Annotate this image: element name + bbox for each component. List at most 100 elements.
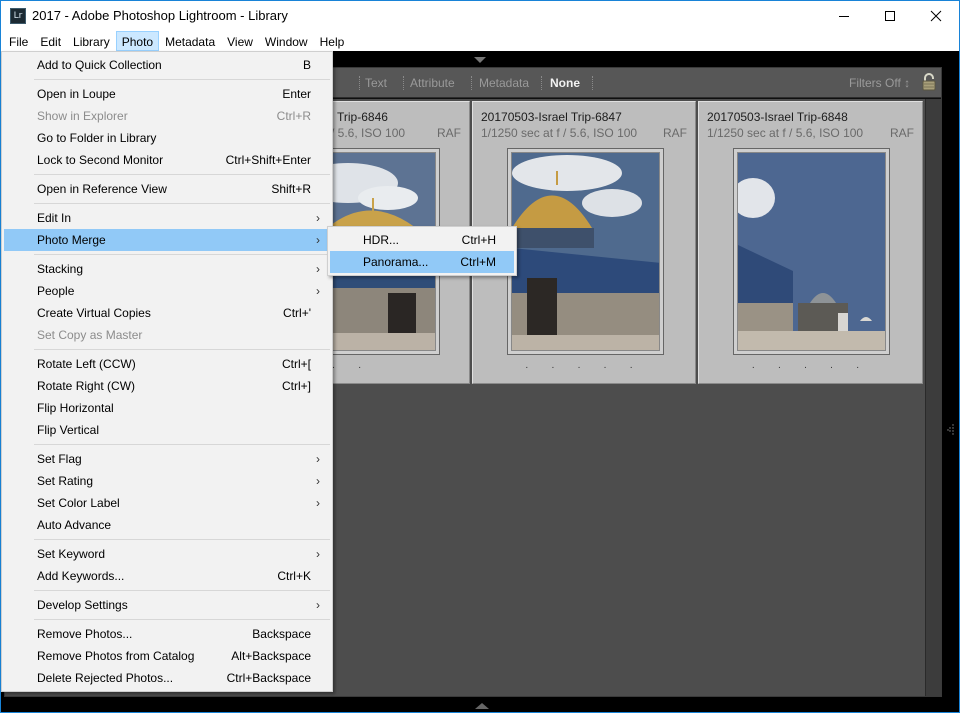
filter-none[interactable]: None [550, 76, 580, 90]
menu-item-label: Go to Folder in Library [37, 131, 157, 145]
menu-item-shortcut: Enter [282, 87, 311, 101]
menu-item-edit-in[interactable]: Edit In › [2, 207, 332, 229]
menu-item-hdr[interactable]: HDR... Ctrl+H [330, 229, 514, 251]
filter-presets-dropdown[interactable]: Filters Off ↕ [849, 76, 910, 90]
filter-separator [403, 76, 404, 90]
menu-item-go-to-folder-in-library[interactable]: Go to Folder in Library [2, 127, 332, 149]
menu-item-shortcut: Ctrl+[ [281, 357, 311, 371]
photo-thumbnail-frame[interactable] [733, 148, 890, 355]
photo-exposure-info: 1/1250 sec at f / 5.6, ISO 100 [481, 126, 638, 140]
menu-item-auto-advance[interactable]: Auto Advance [2, 514, 332, 536]
menu-item-shortcut: Ctrl+H [461, 233, 496, 247]
menu-item-open-in-loupe[interactable]: Open in Loupe Enter [2, 83, 332, 105]
menu-item-set-keyword[interactable]: Set Keyword › [2, 543, 332, 565]
menu-item-label: Create Virtual Copies [37, 306, 151, 320]
menu-item-lock-to-second-monitor[interactable]: Lock to Second Monitor Ctrl+Shift+Enter [2, 149, 332, 171]
lightroom-app-icon: Lr [10, 8, 26, 24]
submenu-arrow-icon: › [316, 598, 320, 612]
menu-item-label: Add to Quick Collection [37, 58, 162, 72]
submenu-arrow-icon: › [316, 474, 320, 488]
menu-library[interactable]: Library [67, 31, 116, 51]
menu-item-shortcut: Alt+Backspace [231, 649, 311, 663]
menu-separator [34, 254, 330, 255]
menu-separator [34, 619, 330, 620]
filmstrip-toggle-icon[interactable] [475, 703, 489, 709]
photo-thumbnail [737, 152, 886, 351]
menu-item-label: People [37, 284, 75, 298]
menu-item-remove-photos-from-catalog[interactable]: Remove Photos from Catalog Alt+Backspace [2, 645, 332, 667]
menu-item-label: Set Flag [37, 452, 82, 466]
top-panel-toggle-icon[interactable] [474, 57, 486, 63]
menu-photo[interactable]: Photo [115, 31, 160, 51]
menu-item-stacking[interactable]: Stacking › [2, 258, 332, 280]
photo-thumbnail-frame[interactable] [507, 148, 664, 355]
menu-item-set-color-label[interactable]: Set Color Label › [2, 492, 332, 514]
rating-stars[interactable]: · · · · · [699, 362, 922, 373]
filter-metadata[interactable]: Metadata [479, 76, 529, 90]
photo-filename: Trip-6846 [337, 110, 388, 124]
menu-bar: File Edit Library Photo Metadata View Wi… [1, 31, 959, 51]
menu-item-label: Photo Merge [37, 233, 106, 247]
menu-window[interactable]: Window [259, 31, 314, 51]
close-button[interactable] [913, 1, 959, 31]
menu-item-set-rating[interactable]: Set Rating › [2, 470, 332, 492]
menu-separator [34, 79, 330, 80]
submenu-arrow-icon: › [316, 284, 320, 298]
menu-item-rotate-right[interactable]: Rotate Right (CW) Ctrl+] [2, 375, 332, 397]
menu-item-develop-settings[interactable]: Develop Settings › [2, 594, 332, 616]
filter-attribute[interactable]: Attribute [410, 76, 455, 90]
menu-item-add-keywords[interactable]: Add Keywords... Ctrl+K [2, 565, 332, 587]
photo-exposure-info: 1/1250 sec at f / 5.6, ISO 100 [707, 126, 864, 140]
right-panel-grip-icon[interactable] [947, 423, 955, 437]
menu-item-add-to-quick-collection[interactable]: Add to Quick Collection B [2, 54, 332, 76]
menu-item-label: Stacking [37, 262, 84, 276]
grid-scrollbar[interactable] [925, 99, 941, 696]
grid-cell[interactable]: 20170503-Israel Trip-6848 1/1250 sec at … [698, 101, 923, 384]
minimize-button[interactable] [821, 1, 867, 31]
menu-item-delete-rejected-photos[interactable]: Delete Rejected Photos... Ctrl+Backspace [2, 667, 332, 689]
menu-item-rotate-left[interactable]: Rotate Left (CCW) Ctrl+[ [2, 353, 332, 375]
menu-separator [34, 349, 330, 350]
menu-item-remove-photos[interactable]: Remove Photos... Backspace [2, 623, 332, 645]
rating-stars[interactable]: · · · · · [473, 362, 695, 373]
menu-item-panorama[interactable]: Panorama... Ctrl+M [330, 251, 514, 273]
menu-separator [34, 444, 330, 445]
menu-edit[interactable]: Edit [34, 31, 67, 51]
menu-item-show-in-explorer: Show in Explorer Ctrl+R [2, 105, 332, 127]
submenu-arrow-icon: › [316, 547, 320, 561]
menu-item-label: Set Copy as Master [37, 328, 143, 342]
menu-help[interactable]: Help [314, 31, 351, 51]
photo-file-type: RAF [890, 126, 914, 140]
menu-item-label: Remove Photos from Catalog [37, 649, 195, 663]
submenu-arrow-icon: › [316, 262, 320, 276]
menu-item-label: Flip Vertical [37, 423, 100, 437]
menu-separator [34, 539, 330, 540]
filter-separator [471, 76, 472, 90]
close-icon [930, 10, 942, 22]
filter-separator [359, 76, 360, 90]
photo-thumbnail [511, 152, 660, 351]
submenu-arrow-icon: › [316, 496, 320, 510]
menu-item-label: Show in Explorer [37, 109, 128, 123]
menu-metadata[interactable]: Metadata [159, 31, 221, 51]
menu-item-open-in-reference-view[interactable]: Open in Reference View Shift+R [2, 178, 332, 200]
menu-item-create-virtual-copies[interactable]: Create Virtual Copies Ctrl+' [2, 302, 332, 324]
menu-item-people[interactable]: People › [2, 280, 332, 302]
menu-item-label: Develop Settings [37, 598, 128, 612]
menu-item-label: Set Color Label [37, 496, 120, 510]
lock-icon[interactable] [922, 73, 936, 91]
menu-file[interactable]: File [3, 31, 34, 51]
menu-view[interactable]: View [221, 31, 259, 51]
menu-item-label: Rotate Left (CCW) [37, 357, 136, 371]
menu-item-label: Edit In [37, 211, 72, 225]
menu-item-flip-horizontal[interactable]: Flip Horizontal [2, 397, 332, 419]
menu-item-flip-vertical[interactable]: Flip Vertical [2, 419, 332, 441]
menu-item-set-flag[interactable]: Set Flag › [2, 448, 332, 470]
maximize-button[interactable] [867, 1, 913, 31]
menu-item-shortcut: Shift+R [271, 182, 311, 196]
menu-separator [34, 203, 330, 204]
menu-item-shortcut: Ctrl+] [281, 379, 311, 393]
filter-text[interactable]: Text [365, 76, 387, 90]
menu-item-photo-merge[interactable]: Photo Merge › [4, 229, 330, 251]
menu-separator [34, 174, 330, 175]
